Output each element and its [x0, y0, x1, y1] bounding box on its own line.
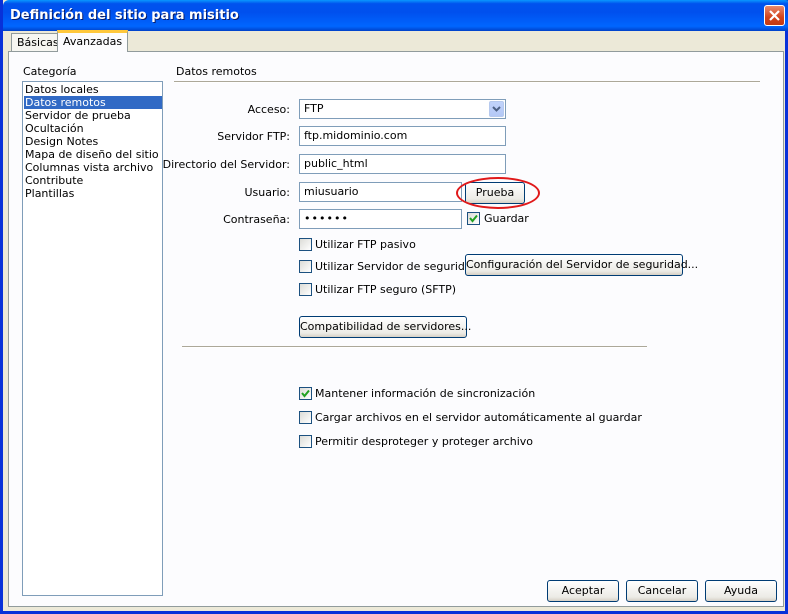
category-label: Categoría — [23, 65, 77, 78]
sftp-label: Utilizar FTP seguro (SFTP) — [315, 283, 457, 296]
server-dir-input[interactable]: public_html — [299, 154, 506, 174]
section-divider — [174, 81, 760, 83]
chevron-down-icon — [492, 106, 501, 112]
ftp-server-label: Servidor FTP: — [217, 130, 290, 143]
password-input[interactable]: •••••• — [299, 209, 462, 229]
ftp-server-input[interactable]: ftp.midominio.com — [299, 126, 506, 146]
tab-avanzadas-label: Avanzadas — [63, 35, 123, 48]
ok-button-label: Aceptar — [561, 584, 605, 597]
category-item-servidor-prueba[interactable]: Servidor de prueba — [24, 109, 162, 122]
cancel-button-label: Cancelar — [637, 584, 687, 597]
save-password-checkbox[interactable] — [467, 212, 480, 225]
access-value: FTP — [304, 102, 324, 115]
user-input[interactable]: miusuario — [299, 182, 462, 202]
save-password-label: Guardar — [484, 212, 529, 225]
category-item-plantillas[interactable]: Plantillas — [24, 187, 162, 200]
server-compat-label: Compatibilidad de servidores... — [300, 320, 472, 333]
server-compat-button[interactable]: Compatibilidad de servidores... — [299, 316, 471, 338]
checkmark-icon — [301, 389, 310, 398]
password-label: Contraseña: — [223, 213, 290, 226]
firewall-checkbox[interactable] — [299, 260, 312, 273]
sync-info-checkbox[interactable] — [299, 387, 312, 400]
help-button-label: Ayuda — [724, 584, 758, 597]
firewall-label: Utilizar Servidor de seguridad — [315, 260, 479, 273]
category-item-ocultacion[interactable]: Ocultación — [24, 122, 162, 135]
combo-dropdown-button[interactable] — [489, 101, 504, 117]
sync-info-label: Mantener información de sincronización — [315, 387, 536, 400]
auto-upload-label: Cargar archivos en el servidor automátic… — [315, 411, 642, 424]
firewall-config-button[interactable]: Configuración del Servidor de seguridad.… — [465, 254, 698, 276]
category-item-datos-remotos[interactable]: Datos remotos — [24, 96, 162, 109]
ok-button[interactable]: Aceptar — [547, 580, 619, 602]
checkmark-icon — [469, 214, 478, 223]
category-list[interactable]: Datos locales Datos remotos Servidor de … — [22, 81, 163, 596]
close-icon — [769, 10, 780, 21]
close-button[interactable] — [764, 5, 785, 26]
passive-ftp-label: Utilizar FTP pasivo — [315, 238, 416, 251]
window-title: Definición del sitio para misitio — [10, 8, 239, 23]
user-label: Usuario: — [244, 186, 290, 199]
sftp-checkbox[interactable] — [299, 283, 312, 296]
highlight-ellipse — [456, 177, 540, 209]
tab-avanzadas[interactable]: Avanzadas — [57, 30, 129, 52]
server-dir-label: Directorio del Servidor: — [162, 158, 290, 171]
section-title: Datos remotos — [176, 65, 257, 78]
category-item-datos-locales[interactable]: Datos locales — [24, 83, 162, 96]
firewall-config-label: Configuración del Servidor de seguridad.… — [466, 258, 699, 271]
options-divider — [182, 346, 647, 348]
checkout-checkbox[interactable] — [299, 435, 312, 448]
category-item-mapa-diseno[interactable]: Mapa de diseño del sitio — [24, 148, 162, 161]
category-item-contribute[interactable]: Contribute — [24, 174, 162, 187]
auto-upload-checkbox[interactable] — [299, 411, 312, 424]
title-bar[interactable]: Definición del sitio para misitio — [3, 0, 788, 31]
access-label: Acceso: — [247, 103, 290, 116]
cancel-button[interactable]: Cancelar — [626, 580, 698, 602]
tab-basicas-label: Básicas — [17, 36, 59, 49]
checkout-label: Permitir desproteger y proteger archivo — [315, 435, 534, 448]
category-item-columnas[interactable]: Columnas vista archivo — [24, 161, 162, 174]
passive-ftp-checkbox[interactable] — [299, 238, 312, 251]
category-item-design-notes[interactable]: Design Notes — [24, 135, 162, 148]
help-button[interactable]: Ayuda — [705, 580, 777, 602]
access-select[interactable]: FTP — [299, 99, 506, 119]
